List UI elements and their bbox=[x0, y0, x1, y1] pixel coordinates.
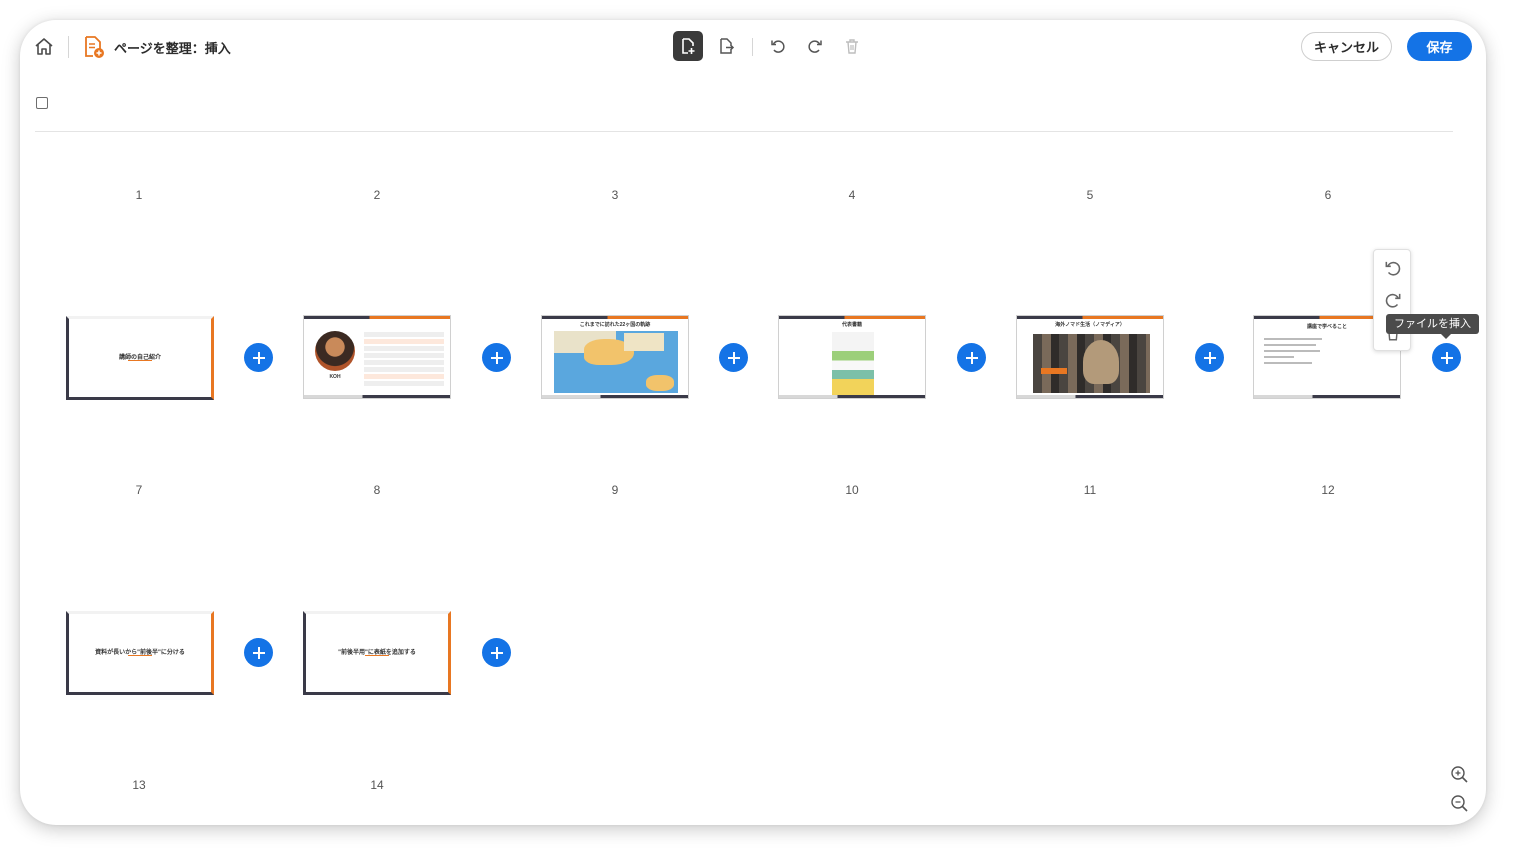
page-thumbnail-13[interactable]: 資料が長いから"前後半"に分ける bbox=[66, 611, 214, 695]
slide-accent-bar bbox=[779, 316, 925, 319]
page-thumbnail-14[interactable]: "前後半用"に表紙を追加する bbox=[303, 611, 451, 695]
profile-list bbox=[364, 332, 444, 392]
slide-accent-bar bbox=[1017, 395, 1163, 398]
rotate-left-icon bbox=[771, 40, 785, 53]
bullet-list bbox=[1264, 338, 1324, 364]
insert-page-button[interactable] bbox=[673, 31, 703, 61]
insert-here-button[interactable] bbox=[1195, 343, 1224, 372]
profile-name: KOH bbox=[329, 374, 341, 380]
zoom-out-button[interactable] bbox=[1449, 793, 1471, 815]
trash-icon bbox=[846, 39, 858, 54]
world-map bbox=[554, 331, 678, 393]
page-thumbnail-1[interactable]: 講師の自己紹介 bbox=[66, 316, 214, 400]
slide-accent-bar bbox=[542, 316, 688, 319]
header-separator bbox=[35, 131, 1453, 132]
photo-collage bbox=[1033, 334, 1150, 393]
home-icon bbox=[35, 38, 53, 55]
page-number: 6 bbox=[1324, 188, 1332, 202]
insert-here-button[interactable] bbox=[244, 343, 273, 372]
insert-here-button[interactable] bbox=[244, 638, 273, 667]
insert-page-icon bbox=[682, 38, 695, 54]
page-thumbnail-5[interactable]: 海外ノマド生活（ノマディア） bbox=[1016, 315, 1164, 399]
page-number: 4 bbox=[848, 188, 856, 202]
page-number: 10 bbox=[845, 483, 859, 497]
insert-here-button[interactable] bbox=[1432, 343, 1461, 372]
page-number: 1 bbox=[135, 188, 143, 202]
insert-here-button[interactable] bbox=[482, 343, 511, 372]
extract-page-button[interactable] bbox=[711, 31, 741, 61]
insert-here-button[interactable] bbox=[482, 638, 511, 667]
title-underline bbox=[365, 655, 389, 656]
slide-accent-bar bbox=[304, 316, 450, 319]
insert-here-button[interactable] bbox=[719, 343, 748, 372]
page-number: 2 bbox=[373, 188, 381, 202]
zoom-out-icon bbox=[1451, 795, 1468, 812]
slide-title: 代表書籍 bbox=[841, 322, 862, 328]
save-button[interactable]: 保存 bbox=[1407, 32, 1472, 61]
cancel-button[interactable]: キャンセル bbox=[1301, 32, 1392, 61]
title-underline bbox=[128, 655, 152, 656]
zoom-in-button[interactable] bbox=[1449, 764, 1471, 786]
header-divider bbox=[68, 36, 69, 58]
rotate-left-button[interactable] bbox=[763, 31, 793, 61]
slide-title: これまでに訪れた22ヶ国の軌跡 bbox=[579, 322, 651, 328]
page-thumbnail-4[interactable]: 代表書籍 bbox=[778, 315, 926, 399]
page-title: ページを整理：挿入 bbox=[114, 41, 231, 56]
page-number: 13 bbox=[132, 778, 146, 792]
page-thumbnail-3[interactable]: これまでに訪れた22ヶ国の軌跡 bbox=[541, 315, 689, 399]
page-number: 12 bbox=[1321, 483, 1335, 497]
home-button[interactable] bbox=[33, 36, 55, 58]
avatar bbox=[315, 331, 355, 371]
rotate-right-icon bbox=[1385, 293, 1401, 308]
page-thumbnail-2[interactable]: KOH bbox=[303, 315, 451, 399]
page-number: 9 bbox=[611, 483, 619, 497]
insert-here-button[interactable] bbox=[957, 343, 986, 372]
slide-accent-bar bbox=[304, 395, 450, 398]
insert-file-tooltip: ファイルを挿入 bbox=[1386, 314, 1479, 339]
title-underline bbox=[128, 360, 152, 361]
slide-accent-bar bbox=[779, 395, 925, 398]
page-number: 7 bbox=[135, 483, 143, 497]
rotate-right-button[interactable] bbox=[1383, 290, 1403, 310]
rotate-left-icon bbox=[1385, 261, 1401, 276]
page-number: 8 bbox=[373, 483, 381, 497]
rotate-left-button[interactable] bbox=[1383, 258, 1403, 278]
slide-title: 海外ノマド生活（ノマディア） bbox=[1055, 322, 1125, 328]
toolbar-divider bbox=[752, 38, 753, 56]
page-number: 11 bbox=[1083, 483, 1097, 497]
slide-accent-bar bbox=[1254, 395, 1400, 398]
page-number: 14 bbox=[370, 778, 384, 792]
slide-accent-bar bbox=[1017, 316, 1163, 319]
toolbar-header: ページを整理：挿入 キャンセル 保存 bbox=[20, 20, 1486, 74]
select-all-checkbox[interactable] bbox=[36, 97, 48, 109]
page-number: 5 bbox=[1086, 188, 1094, 202]
extract-page-icon bbox=[720, 38, 735, 54]
organize-pages-window: ページを整理：挿入 キャンセル 保存 1 2 3 4 5 6 講師の自己紹介 K… bbox=[20, 20, 1486, 825]
book-cover bbox=[832, 332, 874, 395]
rotate-right-button[interactable] bbox=[800, 31, 830, 61]
rotate-right-icon bbox=[808, 40, 822, 53]
slide-accent-bar bbox=[542, 395, 688, 398]
delete-page-button[interactable] bbox=[837, 31, 867, 61]
page-number: 3 bbox=[611, 188, 619, 202]
zoom-in-icon bbox=[1451, 766, 1468, 783]
page-hover-menu bbox=[1373, 249, 1411, 351]
organize-pages-icon bbox=[83, 35, 105, 59]
